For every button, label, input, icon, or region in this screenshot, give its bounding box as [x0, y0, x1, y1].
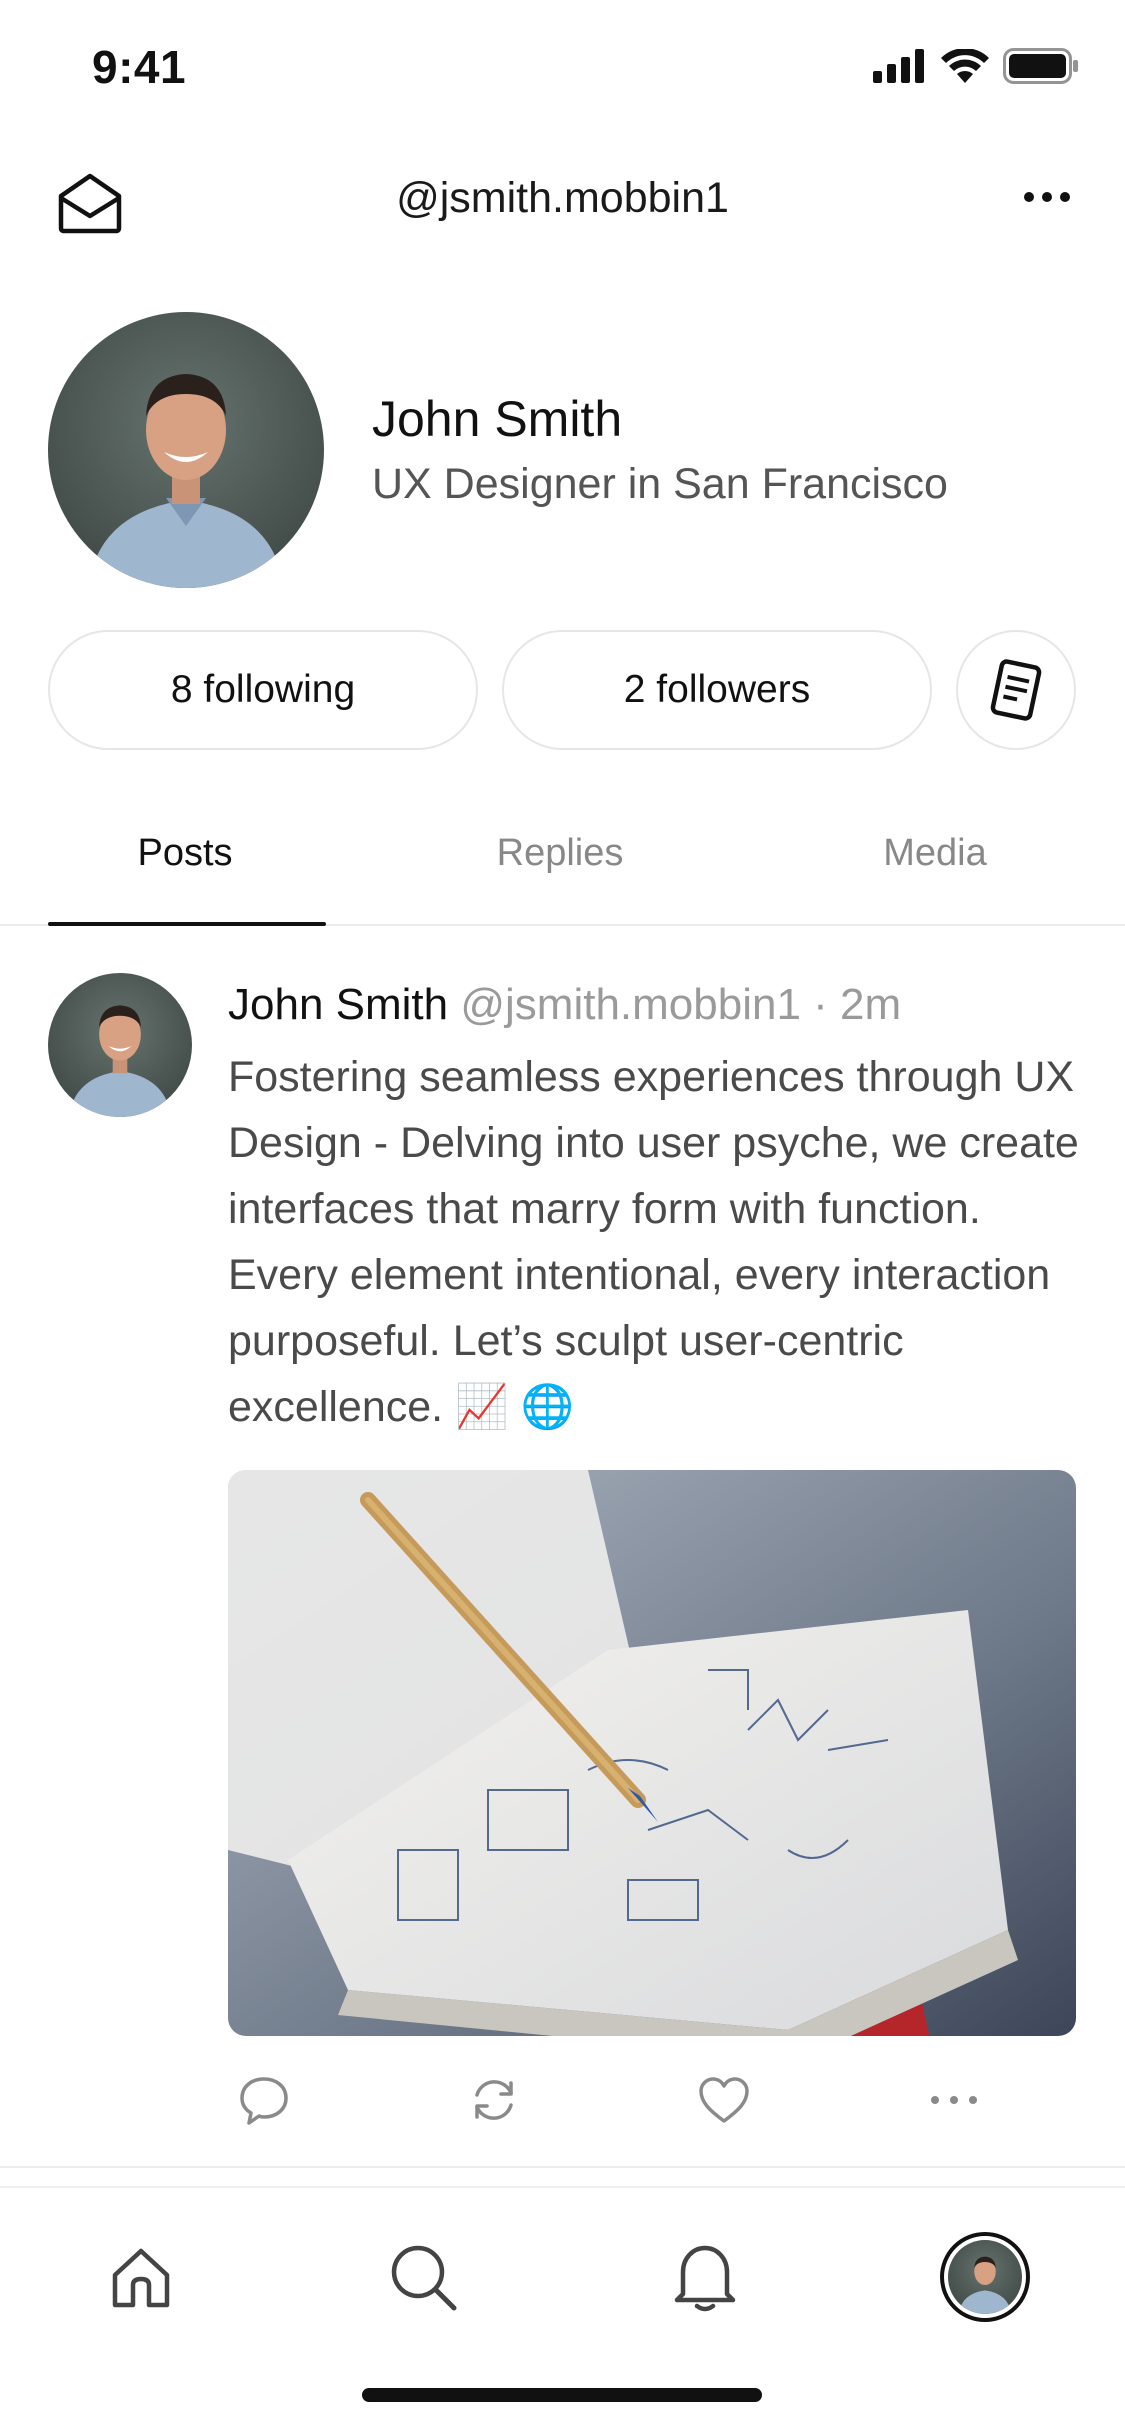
post-author-handle-time: @jsmith.mobbin1 · 2m [460, 980, 902, 1029]
divider [0, 2166, 1125, 2168]
reply-button[interactable] [234, 2070, 294, 2130]
tabbar-home[interactable] [96, 2232, 186, 2322]
followers-button[interactable]: 2 followers [502, 630, 932, 750]
more-horizontal-icon [931, 2096, 977, 2104]
wifi-icon [941, 49, 989, 83]
more-options-button[interactable] [1017, 172, 1077, 222]
post-text: Fostering seamless experiences through U… [228, 1053, 1079, 1431]
post-author-name[interactable]: John Smith [228, 980, 448, 1029]
home-icon [112, 2248, 170, 2308]
profile-bio: UX Designer in San Francisco [372, 460, 948, 508]
battery-icon [1003, 48, 1078, 84]
tabbar-search[interactable] [378, 2232, 468, 2322]
profile-tabs: Posts Replies Media [0, 800, 1125, 926]
notes-button[interactable] [956, 630, 1076, 750]
tab-media[interactable]: Media [795, 832, 1075, 875]
more-horizontal-icon [1024, 192, 1070, 202]
profile-header: @jsmith.mobbin1 [0, 150, 1125, 250]
tabbar-profile[interactable] [940, 2232, 1030, 2322]
repost-button[interactable] [464, 2070, 524, 2130]
like-button[interactable] [694, 2070, 754, 2130]
post-actions [228, 2070, 1076, 2130]
profile-name: John Smith [372, 391, 623, 447]
tabbar-notifications[interactable] [660, 2232, 750, 2322]
post-image[interactable] [228, 1470, 1076, 2036]
status-bar: 9:41 [0, 0, 1125, 135]
repost-icon [475, 2080, 513, 2120]
tab-replies[interactable]: Replies [420, 832, 700, 875]
following-button[interactable]: 8 following [48, 630, 478, 750]
post-meta: John Smith @jsmith.mobbin1 · 2m [228, 980, 901, 1030]
reply-icon [240, 2077, 288, 2125]
note-icon [990, 659, 1042, 721]
status-time: 9:41 [92, 41, 187, 93]
cellular-signal-icon [873, 49, 924, 83]
search-icon [391, 2245, 457, 2311]
tab-posts[interactable]: Posts [45, 832, 325, 875]
bell-icon [674, 2245, 736, 2312]
profile-avatar-small [948, 2240, 1022, 2314]
header-username: @jsmith.mobbin1 [396, 174, 729, 222]
profile-avatar[interactable] [48, 312, 324, 588]
home-indicator[interactable] [362, 2388, 762, 2402]
post-author-avatar[interactable] [48, 973, 192, 1117]
active-tab-indicator [48, 922, 326, 926]
post-more-button[interactable] [924, 2070, 984, 2130]
status-icons [873, 48, 1079, 84]
like-icon [699, 2077, 749, 2123]
